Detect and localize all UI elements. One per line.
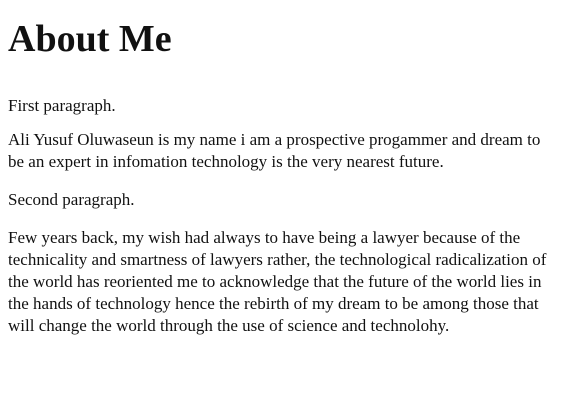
paragraph-first-heading: First paragraph. [8,96,116,115]
paragraph-career-story: Few years back, my wish had always to ha… [8,228,547,335]
page-title: About Me [8,18,172,60]
page-content: About Me First paragraph. Ali Yusuf Oluw… [0,0,574,414]
paragraph-second-heading: Second paragraph. [8,190,135,209]
paragraph-about-name: Ali Yusuf Oluwaseun is my name i am a pr… [8,130,541,171]
